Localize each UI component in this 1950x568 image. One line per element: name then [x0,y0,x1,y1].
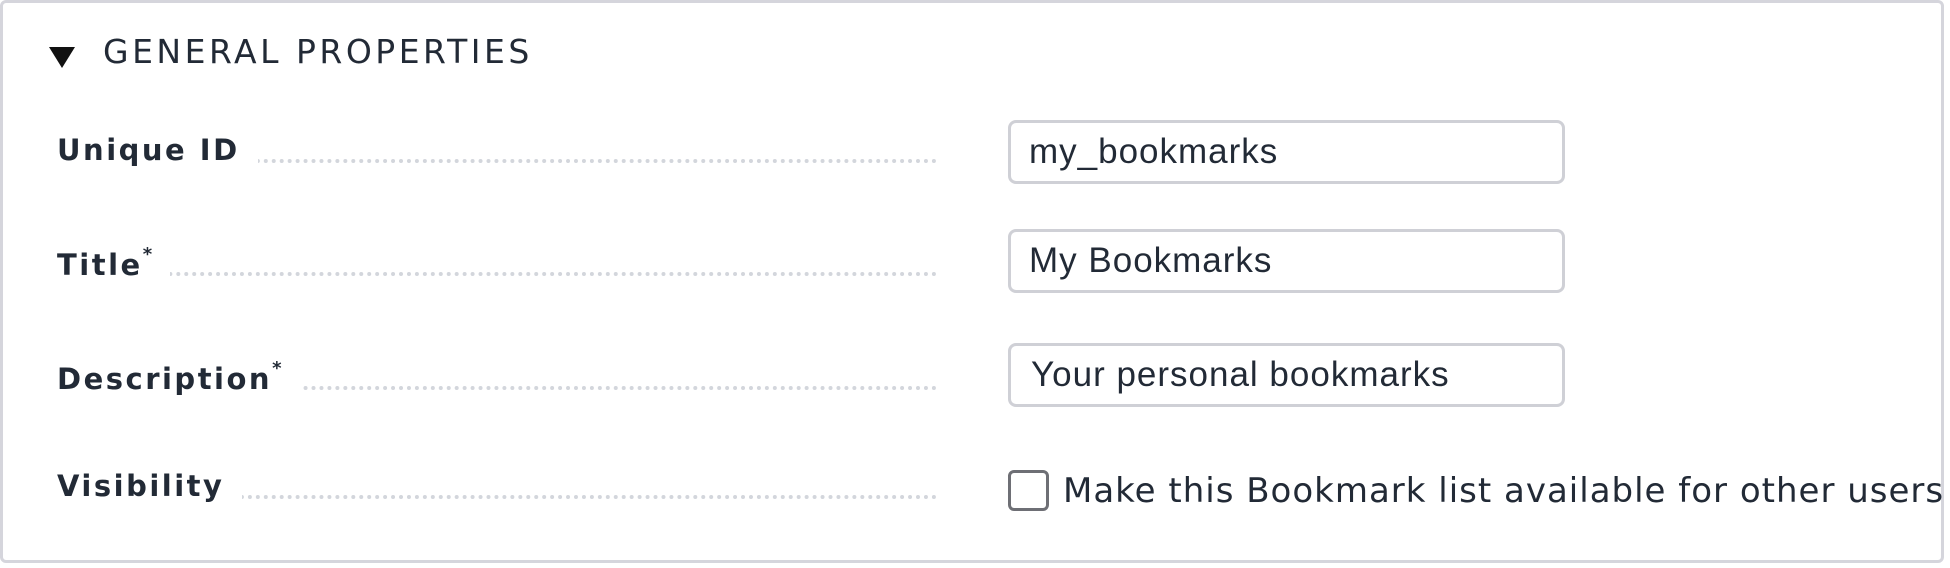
visibility-row: Visibility [57,465,937,505]
section-title: GENERAL PROPERTIES [103,31,533,71]
visibility-checkbox[interactable] [1008,470,1049,511]
visibility-label: Visibility [57,469,243,503]
required-mark: * [272,358,282,380]
title-row: Title* [57,242,937,282]
description-input[interactable] [1008,343,1565,407]
general-properties-panel: GENERAL PROPERTIES Unique ID Title* Desc… [0,0,1944,563]
visibility-checkbox-label[interactable]: Make this Bookmark list available for ot… [1063,471,1944,511]
unique-id-row: Unique ID [57,129,937,169]
description-label: Description* [57,358,300,396]
unique-id-label: Unique ID [57,133,258,167]
unique-id-input[interactable] [1008,120,1565,184]
description-row: Description* [57,356,937,396]
visibility-checkbox-control[interactable]: Make this Bookmark list available for ot… [1008,470,1944,511]
required-mark: * [142,244,153,266]
title-input[interactable] [1008,229,1565,293]
general-properties-header[interactable]: GENERAL PROPERTIES [47,29,533,73]
dotted-leader [57,272,937,276]
triangle-down-icon[interactable] [47,41,77,71]
title-label: Title* [57,244,171,282]
